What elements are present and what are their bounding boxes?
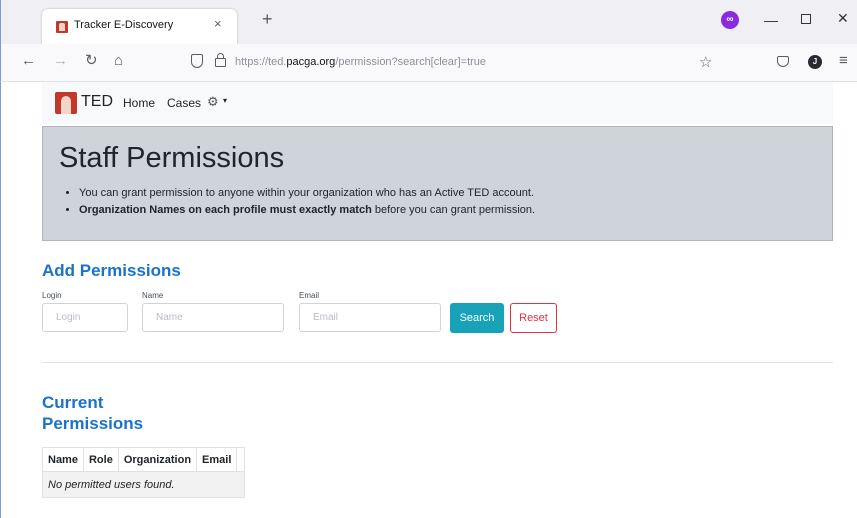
- reset-button[interactable]: Reset: [510, 303, 557, 333]
- info-list: You can grant permission to anyone withi…: [79, 187, 535, 221]
- nav-link-cases[interactable]: Cases: [167, 96, 201, 110]
- page-content: TED Home Cases ⚙ ▾ Staff Permissions You…: [0, 82, 857, 518]
- table-row: No permitted users found.: [41, 471, 246, 498]
- nav-link-home[interactable]: Home: [123, 96, 155, 110]
- tab-close-icon[interactable]: ×: [214, 16, 222, 31]
- tracking-shield-icon[interactable]: [191, 54, 203, 68]
- new-tab-icon[interactable]: +: [262, 10, 273, 28]
- column-header-actions: [236, 447, 246, 472]
- browser-toolbar: ← → ↻ ⌂ https://ted.pacga.org/permission…: [0, 44, 857, 82]
- column-header-email: Email: [196, 447, 238, 472]
- permissions-table: Name Role Organization Email No permitte…: [41, 447, 246, 498]
- tab-title: Tracker E-Discovery: [74, 19, 174, 31]
- forward-arrow-icon[interactable]: →: [53, 53, 68, 68]
- chevron-down-icon[interactable]: ▾: [223, 96, 227, 105]
- email-input[interactable]: [299, 303, 441, 332]
- page-title: Staff Permissions: [59, 142, 285, 174]
- login-input[interactable]: [42, 303, 128, 332]
- hamburger-menu-icon[interactable]: ≡: [839, 52, 848, 69]
- window-close-icon[interactable]: ✕: [837, 10, 849, 27]
- table-header-row: Name Role Organization Email: [42, 447, 246, 472]
- column-header-name: Name: [42, 447, 84, 472]
- site-favicon-icon: [56, 21, 68, 33]
- column-header-role: Role: [82, 447, 119, 472]
- current-permissions-heading: Current Permissions: [42, 393, 144, 433]
- bookmark-star-icon[interactable]: ☆: [699, 53, 712, 71]
- app-navbar: TED Home Cases ⚙ ▾: [42, 82, 833, 124]
- private-browsing-icon[interactable]: ∞: [721, 11, 739, 29]
- column-header-organization: Organization: [117, 447, 198, 472]
- pocket-icon[interactable]: [777, 56, 789, 67]
- name-input[interactable]: [142, 303, 284, 332]
- email-label: Email: [299, 291, 320, 300]
- info-item: You can grant permission to anyone withi…: [79, 187, 535, 199]
- url-bar[interactable]: https://ted.pacga.org/permission?search[…: [235, 56, 486, 68]
- browser-tabstrip: Tracker E-Discovery × + ∞ — ✕: [0, 0, 857, 45]
- empty-message: No permitted users found.: [41, 471, 246, 498]
- brand-name[interactable]: TED: [81, 93, 113, 111]
- name-label: Name: [142, 291, 164, 300]
- lock-icon[interactable]: [215, 53, 226, 67]
- search-button[interactable]: Search: [450, 303, 504, 333]
- profile-avatar[interactable]: J: [808, 55, 822, 69]
- add-permissions-heading: Add Permissions: [42, 261, 181, 280]
- home-icon[interactable]: ⌂: [114, 53, 123, 68]
- back-arrow-icon[interactable]: ←: [21, 53, 36, 68]
- info-item: Organization Names on each profile must …: [79, 204, 535, 216]
- window-minimize-icon[interactable]: —: [764, 12, 778, 28]
- browser-tab-active[interactable]: Tracker E-Discovery ×: [42, 9, 237, 45]
- settings-gear-icon[interactable]: ⚙: [207, 94, 219, 110]
- reload-icon[interactable]: ↻: [85, 53, 98, 68]
- ted-logo-icon[interactable]: [55, 92, 77, 114]
- window-maximize-icon[interactable]: [801, 14, 811, 24]
- section-divider: [42, 362, 833, 363]
- info-banner: Staff Permissions You can grant permissi…: [42, 126, 833, 241]
- login-label: Login: [42, 291, 62, 300]
